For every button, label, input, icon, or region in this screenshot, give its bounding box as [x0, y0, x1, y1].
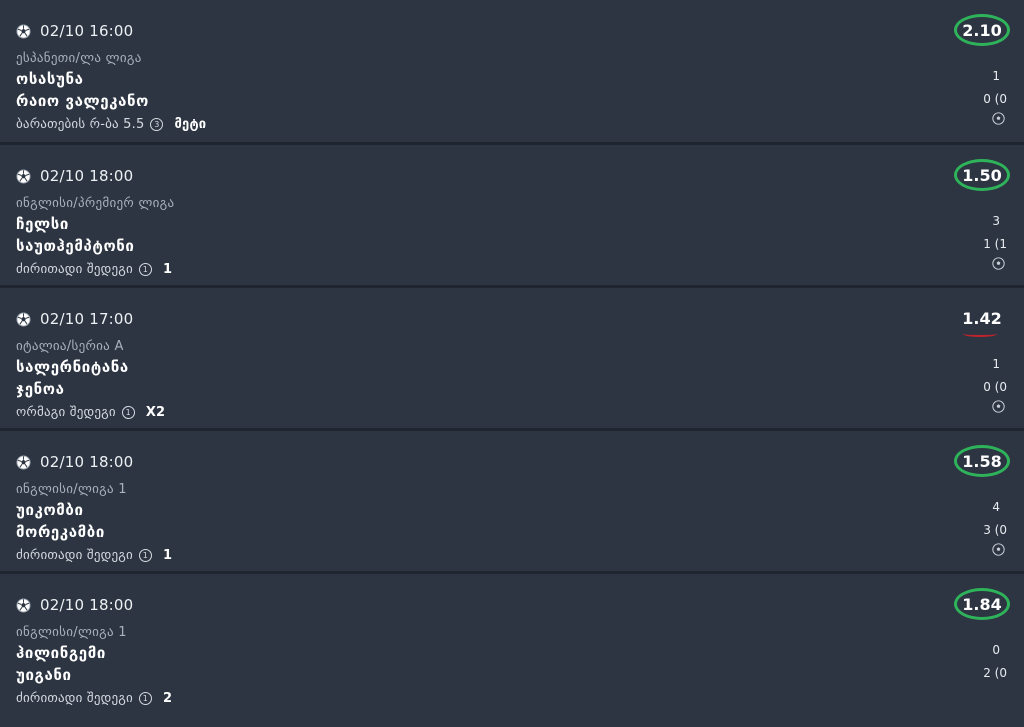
bet-market: ძირითადი შედეგი 1 1 [16, 548, 172, 563]
odds-value: 1.42 [962, 308, 1002, 328]
away-team: უიგანი [16, 666, 72, 684]
match-header: 02/10 16:00 [16, 20, 133, 42]
market-label: ბარათების რ-ბა 5.5 [16, 117, 145, 132]
market-label: ძირითადი შედეგი [16, 548, 133, 563]
soccer-ball-icon [16, 23, 31, 39]
away-team: საუთჰემპტონი [16, 237, 135, 255]
match-datetime: 02/10 18:00 [40, 453, 134, 471]
home-score: 1 [992, 69, 1000, 83]
bet-pick: 1 [162, 262, 173, 277]
bet-market: ბარათების რ-ბა 5.5 3 მეტი [16, 117, 206, 132]
soccer-ball-icon [992, 543, 1005, 556]
home-score: 3 [992, 214, 1000, 228]
bet-pick: მეტი [174, 117, 207, 132]
soccer-ball-icon [16, 168, 31, 184]
odds-badge-won: 2.10 [954, 14, 1010, 46]
match-datetime: 02/10 16:00 [40, 22, 134, 40]
market-label: ძირითადი შედეგი [16, 262, 133, 277]
bet-card[interactable]: 02/10 18:00 ინგლისი/ლიგა 1 უიკომბი მორეკ… [0, 431, 1024, 574]
league-name: ინგლისი/პრემიერ ლიგა [16, 196, 175, 211]
circled-number-icon: 1 [138, 692, 152, 705]
odds-badge-won: 1.84 [954, 588, 1010, 620]
circled-number-icon: 1 [138, 549, 152, 562]
bet-market: ორმაგი შედეგი 1 X2 [16, 405, 165, 420]
league-name: ინგლისი/ლიგა 1 [16, 482, 127, 497]
soccer-ball-icon [16, 454, 31, 470]
match-header: 02/10 17:00 [16, 308, 133, 330]
away-score: 1 (1 [983, 237, 1007, 251]
home-score: 1 [992, 357, 1000, 371]
bet-card[interactable]: 02/10 17:00 იტალია/სერია A სალერნიტანა ჯ… [0, 288, 1024, 431]
home-score: 4 [992, 500, 1000, 514]
match-header: 02/10 18:00 [16, 451, 133, 473]
home-team: ოსასუნა [16, 70, 84, 88]
bet-card[interactable]: 02/10 16:00 ესპანეთი/ლა ლიგა ოსასუნა რაი… [0, 0, 1024, 145]
home-team: ჩელსი [16, 215, 69, 233]
away-team: რაიო ვალეკანო [16, 92, 149, 110]
odds-badge-lost: 1.42 [954, 302, 1010, 337]
odds-value: 1.50 [962, 165, 1002, 185]
match-datetime: 02/10 18:00 [40, 167, 134, 185]
circled-number-icon: 3 [150, 118, 164, 131]
away-score: 0 (0 [983, 92, 1007, 106]
market-label: ძირითადი შედეგი [16, 691, 133, 706]
soccer-ball-icon [992, 257, 1005, 270]
bet-history-list: 02/10 16:00 ესპანეთი/ლა ლიგა ოსასუნა რაი… [0, 0, 1024, 727]
circled-number-icon: 1 [121, 406, 135, 419]
match-datetime: 02/10 18:00 [40, 596, 134, 614]
lost-mark [963, 331, 997, 337]
bet-pick: 1 [162, 548, 173, 563]
league-name: ინგლისი/ლიგა 1 [16, 625, 127, 640]
odds-value: 1.58 [962, 451, 1002, 471]
home-score: 0 [992, 643, 1000, 657]
match-header: 02/10 18:00 [16, 165, 133, 187]
soccer-ball-icon [16, 311, 31, 327]
odds-value: 2.10 [962, 20, 1002, 40]
bet-market: ძირითადი შედეგი 1 2 [16, 691, 172, 706]
soccer-ball-icon [16, 597, 31, 613]
away-score: 2 (0 [983, 666, 1007, 680]
league-name: იტალია/სერია A [16, 339, 124, 354]
odds-value: 1.84 [962, 594, 1002, 614]
odds-badge-won: 1.50 [954, 159, 1010, 191]
bet-pick: X2 [145, 405, 166, 420]
circled-number-icon: 1 [138, 263, 152, 276]
away-team: მორეკამბი [16, 523, 105, 541]
match-datetime: 02/10 17:00 [40, 310, 134, 328]
bet-pick: 2 [162, 691, 173, 706]
away-score: 3 (0 [983, 523, 1007, 537]
soccer-ball-icon [992, 400, 1005, 413]
market-label: ორმაგი შედეგი [16, 405, 116, 420]
bet-card[interactable]: 02/10 18:00 ინგლისი/პრემიერ ლიგა ჩელსი ს… [0, 145, 1024, 288]
bet-market: ძირითადი შედეგი 1 1 [16, 262, 172, 277]
home-team: სალერნიტანა [16, 358, 129, 376]
match-header: 02/10 18:00 [16, 594, 133, 616]
soccer-ball-icon [992, 112, 1005, 125]
home-team: უიკომბი [16, 501, 84, 519]
away-team: ჯენოა [16, 380, 65, 398]
away-score: 0 (0 [983, 380, 1007, 394]
bet-card[interactable]: 02/10 18:00 ინგლისი/ლიგა 1 ჰილინგემი უიგ… [0, 574, 1024, 719]
league-name: ესპანეთი/ლა ლიგა [16, 51, 142, 66]
odds-badge-won: 1.58 [954, 445, 1010, 477]
home-team: ჰილინგემი [16, 644, 106, 662]
